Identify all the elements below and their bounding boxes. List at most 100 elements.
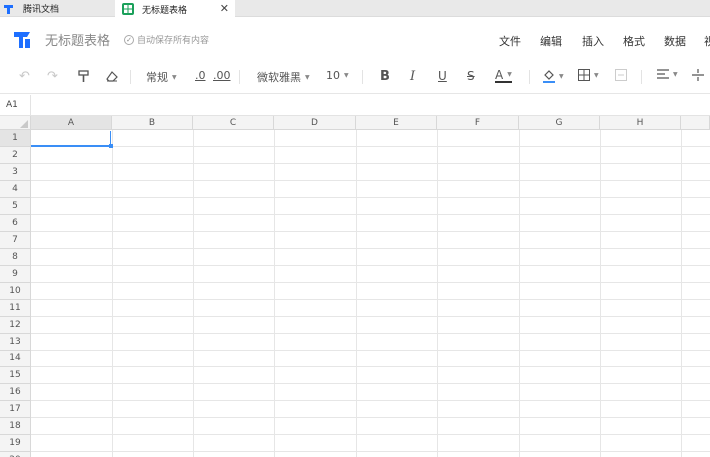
row-header[interactable]: 6 (0, 215, 31, 232)
menu-view[interactable]: 视 (704, 33, 710, 49)
strikethrough-button[interactable]: S (467, 69, 475, 83)
grid-line (31, 434, 710, 435)
borders-button[interactable]: ▼ (578, 69, 599, 81)
column-header[interactable]: E (356, 116, 437, 130)
grid-line (31, 214, 710, 215)
column-header[interactable]: C (193, 116, 274, 130)
row-header[interactable]: 16 (0, 384, 31, 401)
fill-color-button[interactable]: ▼ (543, 69, 564, 83)
menu-format[interactable]: 格式 (623, 33, 645, 49)
row-header[interactable]: 15 (0, 367, 31, 384)
spreadsheet-grid[interactable]: A B C D E F G H 1 2 3 4 5 6 7 8 9 10 11 … (0, 116, 710, 457)
grid-line (31, 417, 710, 418)
underline-button[interactable]: U (438, 69, 447, 83)
caret-down-icon: ▼ (594, 71, 599, 79)
undo-icon[interactable]: ↶ (19, 69, 30, 84)
row-header[interactable]: 9 (0, 266, 31, 283)
text-color-label: A (495, 68, 504, 82)
cell-cursor (110, 131, 111, 144)
row-header[interactable]: 8 (0, 249, 31, 266)
vertical-align-icon (692, 69, 704, 81)
grid-line (31, 146, 710, 147)
active-cell-a1[interactable] (31, 130, 113, 148)
cell-reference-box[interactable]: A1 (0, 95, 31, 115)
menu-file[interactable]: 文件 (499, 33, 521, 49)
document-title[interactable]: 无标题表格 (45, 30, 110, 49)
row-header[interactable]: 14 (0, 351, 31, 367)
save-status-text: 自动保存所有内容 (137, 36, 210, 46)
corner-triangle-icon (20, 120, 28, 128)
row-header[interactable]: 18 (0, 418, 31, 435)
toolbar-divider (529, 70, 530, 84)
formula-bar: A1 (0, 95, 710, 116)
grid-line (31, 400, 710, 401)
row-header[interactable]: 4 (0, 181, 31, 198)
format-painter-icon[interactable] (78, 70, 89, 83)
grid-line (31, 265, 710, 266)
tab-untitled-sheet[interactable]: 无标题表格 ✕ (115, 0, 235, 18)
redo-icon[interactable]: ↷ (47, 69, 58, 84)
row-header[interactable]: 10 (0, 283, 31, 300)
font-size-label: 10 (326, 69, 340, 82)
row-header[interactable]: 5 (0, 198, 31, 215)
italic-button[interactable]: I (410, 69, 415, 84)
caret-down-icon: ▼ (305, 73, 310, 81)
save-status: ✓ 自动保存所有内容 (124, 33, 209, 46)
row-header[interactable]: 11 (0, 300, 31, 317)
align-left-icon (657, 69, 669, 79)
format-toolbar: ↶ ↷ 常规 ▼ .0 .00 微软雅黑 ▼ 10 ▼ B I U S A ▼ ▼ ▼ (0, 60, 710, 94)
caret-down-icon: ▼ (344, 72, 349, 79)
grid-line (31, 350, 710, 351)
column-header[interactable]: D (274, 116, 356, 130)
row-header[interactable]: 3 (0, 164, 31, 181)
fill-handle[interactable] (109, 144, 113, 148)
column-header[interactable]: A (31, 116, 112, 130)
merge-cells-button[interactable] (615, 69, 627, 81)
font-size-select[interactable]: 10 ▼ (326, 69, 349, 82)
decimal-increase-button[interactable]: .00 (213, 69, 231, 82)
grid-line (31, 451, 710, 452)
merge-cells-icon (615, 69, 627, 81)
row-header[interactable]: 7 (0, 232, 31, 249)
vertical-align-button[interactable] (692, 69, 704, 81)
tab-bar: 腾讯文档 无标题表格 ✕ (0, 0, 710, 18)
check-circle-icon: ✓ (124, 34, 134, 45)
number-format-select[interactable]: 常规 ▼ (146, 69, 177, 85)
grid-line (31, 248, 710, 249)
row-header[interactable]: 17 (0, 401, 31, 418)
font-family-select[interactable]: 微软雅黑 ▼ (257, 69, 310, 85)
clear-format-icon[interactable] (106, 71, 118, 82)
row-header[interactable]: 2 (0, 147, 31, 164)
column-header[interactable] (681, 116, 710, 130)
column-header[interactable]: B (112, 116, 193, 130)
row-header[interactable]: 19 (0, 435, 31, 452)
grid-line (31, 383, 710, 384)
grid-line (31, 180, 710, 181)
tab-tencent-docs[interactable]: 腾讯文档 (0, 0, 113, 17)
menu-edit[interactable]: 编辑 (540, 33, 562, 49)
sheet-icon (122, 3, 134, 15)
menu-insert[interactable]: 插入 (582, 33, 604, 49)
row-header[interactable]: 1 (0, 130, 31, 147)
select-all-corner[interactable] (0, 116, 31, 130)
row-header[interactable]: 13 (0, 334, 31, 351)
column-header[interactable]: H (600, 116, 681, 130)
decimal-decrease-button[interactable]: .0 (195, 69, 206, 82)
column-header[interactable]: G (519, 116, 600, 130)
text-color-button[interactable]: A ▼ (495, 69, 512, 83)
align-left-button[interactable]: ▼ (657, 69, 678, 79)
row-header[interactable]: 20 (0, 452, 31, 457)
column-header[interactable]: F (437, 116, 519, 130)
row-header[interactable]: 12 (0, 317, 31, 334)
close-icon[interactable]: ✕ (220, 2, 229, 15)
grid-line (31, 231, 710, 232)
tencent-docs-logo-icon (14, 32, 30, 48)
menu-data[interactable]: 数据 (664, 33, 686, 49)
tencent-docs-icon (4, 4, 13, 14)
bold-button[interactable]: B (380, 69, 390, 84)
number-format-label: 常规 (146, 71, 168, 84)
grid-line (31, 366, 710, 367)
grid-line (31, 316, 710, 317)
border-grid-icon (578, 69, 590, 81)
toolbar-divider (641, 70, 642, 84)
